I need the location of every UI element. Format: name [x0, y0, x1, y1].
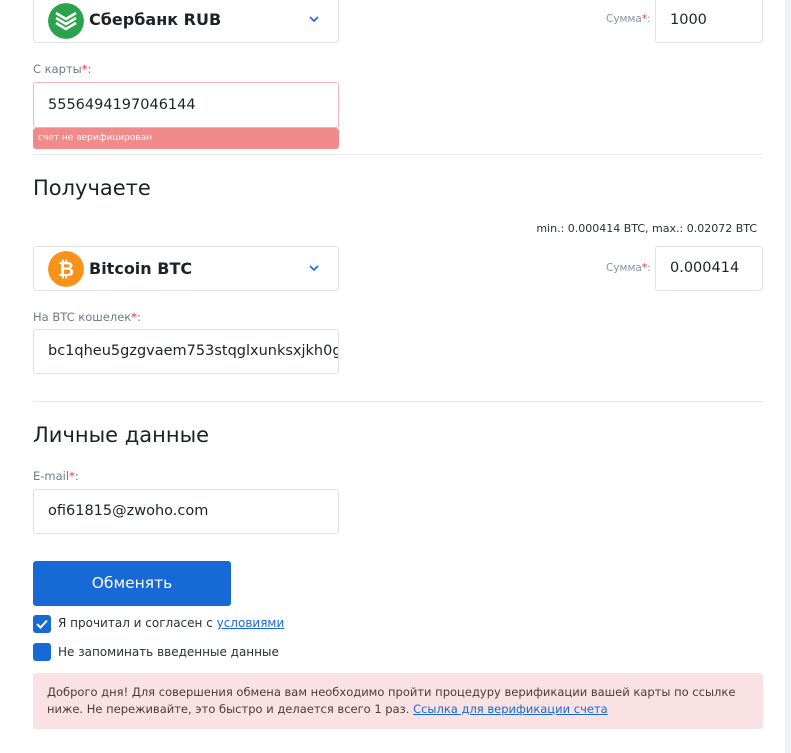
receive-sum-label: Сумма*:	[606, 262, 651, 274]
personal-section-title: Личные данные	[33, 423, 210, 447]
receive-limits: min.: 0.000414 BTC, max.: 0.02072 BTC	[536, 222, 757, 235]
verification-notice: Доброго дня! Для совершения обмена вам н…	[33, 673, 763, 729]
give-currency-select[interactable]: Сбербанк RUB	[33, 0, 339, 43]
give-currency-name: Сбербанк RUB	[89, 10, 222, 29]
chevron-down-icon[interactable]	[308, 13, 320, 25]
card-label: С карты*:	[33, 62, 92, 76]
agree-checkbox[interactable]	[33, 615, 51, 633]
terms-link[interactable]: условиями	[217, 616, 285, 630]
wallet-label: На BTC кошелек*:	[33, 310, 141, 324]
give-sum-label: Сумма*:	[606, 13, 651, 25]
notice-text: Доброго дня! Для совершения обмена вам н…	[47, 685, 736, 716]
receive-currency-name: Bitcoin BTC	[89, 259, 193, 278]
no-remember-checkbox[interactable]	[33, 643, 51, 661]
chevron-down-icon[interactable]	[308, 262, 320, 274]
verification-link[interactable]: Ссылка для верификации счета	[413, 702, 608, 716]
email-label: E-mail*:	[33, 469, 79, 483]
agree-text: Я прочитал и согласен с условиями	[58, 616, 285, 630]
exchange-submit-button[interactable]: Обменять	[33, 561, 231, 606]
no-remember-label: Не запоминать введенные данные	[58, 645, 279, 659]
card-error-message: счет не верифицирован	[33, 128, 339, 149]
wallet-address-input[interactable]: bc1qheu5gzgvaem753stqglxunksxjkh0g2v	[33, 329, 339, 374]
bitcoin-logo-icon: ₿	[48, 251, 84, 287]
exchange-form: Сбербанк RUB Сумма*: 1000 С карты*: 5556…	[0, 0, 785, 753]
checkmark-icon	[36, 619, 48, 629]
receive-sum-input[interactable]: 0.000414	[655, 246, 763, 291]
email-input[interactable]: ofi61815@zwoho.com	[33, 489, 339, 534]
receive-currency-select[interactable]: ₿ Bitcoin BTC	[33, 246, 339, 291]
give-sum-input[interactable]: 1000	[655, 0, 763, 43]
receive-section-title: Получаете	[33, 176, 151, 200]
svg-text:₿: ₿	[58, 257, 74, 281]
section-divider	[33, 401, 763, 402]
card-number-input[interactable]: 5556494197046144	[33, 82, 339, 128]
sberbank-logo-icon	[48, 3, 84, 39]
section-divider	[33, 154, 763, 155]
